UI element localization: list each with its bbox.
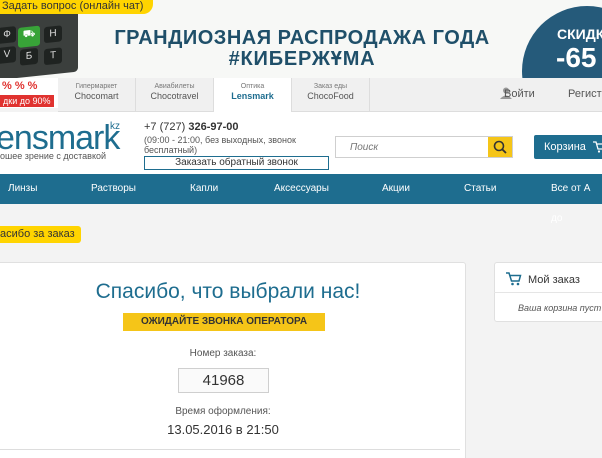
breadcrumb: асибо за заказ [0,226,81,243]
nav-solutions[interactable]: Растворы [91,174,136,204]
banner-title: ГРАНДИОЗНАЯ РАСПРОДАЖА ГОДА [114,27,490,49]
sale-value: -65 [556,42,597,73]
tagline: ошее зрение с доставкой [0,151,107,161]
cart-empty-text: Ваша корзина пуст [518,303,602,313]
register-link[interactable]: Регистр [568,88,602,100]
order-number: 41968 [178,368,269,393]
callback-button[interactable]: Заказать обратный звонок [144,156,329,170]
nav-drops[interactable]: Капли [190,174,218,204]
nav-lenses[interactable]: Линзы [8,174,37,204]
cart-icon [592,141,602,153]
promo-banner[interactable]: Ф ⛟ Н V Б Т Задать вопрос (онлайн чат) Г… [0,0,602,78]
thanks-heading: Спасибо, что выбрали нас! [95,280,361,303]
search-icon [493,140,507,154]
service-chocomart[interactable]: Гипермаркет Chocomart [58,78,136,112]
service-chocofood[interactable]: Заказ еды ChocoFood [292,78,370,112]
cart-key-icon: ⛟ [18,25,40,48]
online-chat-button[interactable]: Задать вопрос (онлайн чат) [0,0,154,14]
order-time: 13.05.2016 в 21:50 [167,422,279,437]
search-box [335,136,513,158]
login-link[interactable]: Войти [504,88,535,100]
search-input[interactable] [336,137,486,158]
phone[interactable]: +7 (727) 326-97-00 [144,121,239,133]
order-time-label: Время оформления: [175,406,271,417]
divider [494,292,602,293]
logo-kz: kz [110,121,120,132]
working-hours: (09:00 - 21:00, без выходных, звонок бес… [144,135,296,155]
cart-icon [506,272,522,286]
mini-promo-label[interactable]: дки до 90% [0,95,54,107]
main-nav: Линзы Растворы Капли Аксессуары Акции Ст… [0,174,602,224]
page: Ф ⛟ Н V Б Т Задать вопрос (онлайн чат) Г… [0,0,602,458]
nav-all-a-z[interactable]: Все от А до [551,174,602,224]
search-button[interactable] [488,137,512,157]
sale-label: СКИДКИ [557,26,602,42]
divider [0,449,460,450]
service-lensmark[interactable]: Оптика Lensmark [214,78,292,113]
mini-promo-percent: % % % [2,80,38,92]
nav-articles[interactable]: Статьи [464,174,496,204]
cart-button[interactable]: Корзина [534,135,602,159]
service-chocotravel[interactable]: Авиабилеты Chocotravel [136,78,214,112]
my-order-title[interactable]: Мой заказ [528,274,580,286]
nav-promotions[interactable]: Акции [382,174,410,204]
banner-hashtag: #КИБЕРЖҰМА [228,48,376,70]
site-header: ensmark kz ошее зрение с доставкой +7 (7… [0,112,602,174]
nav-accessories[interactable]: Аксессуары [274,174,329,204]
order-number-label: Номер заказа: [189,348,257,359]
status-badge: ОЖИДАЙТЕ ЗВОНКА ОПЕРАТОРА [123,313,325,331]
